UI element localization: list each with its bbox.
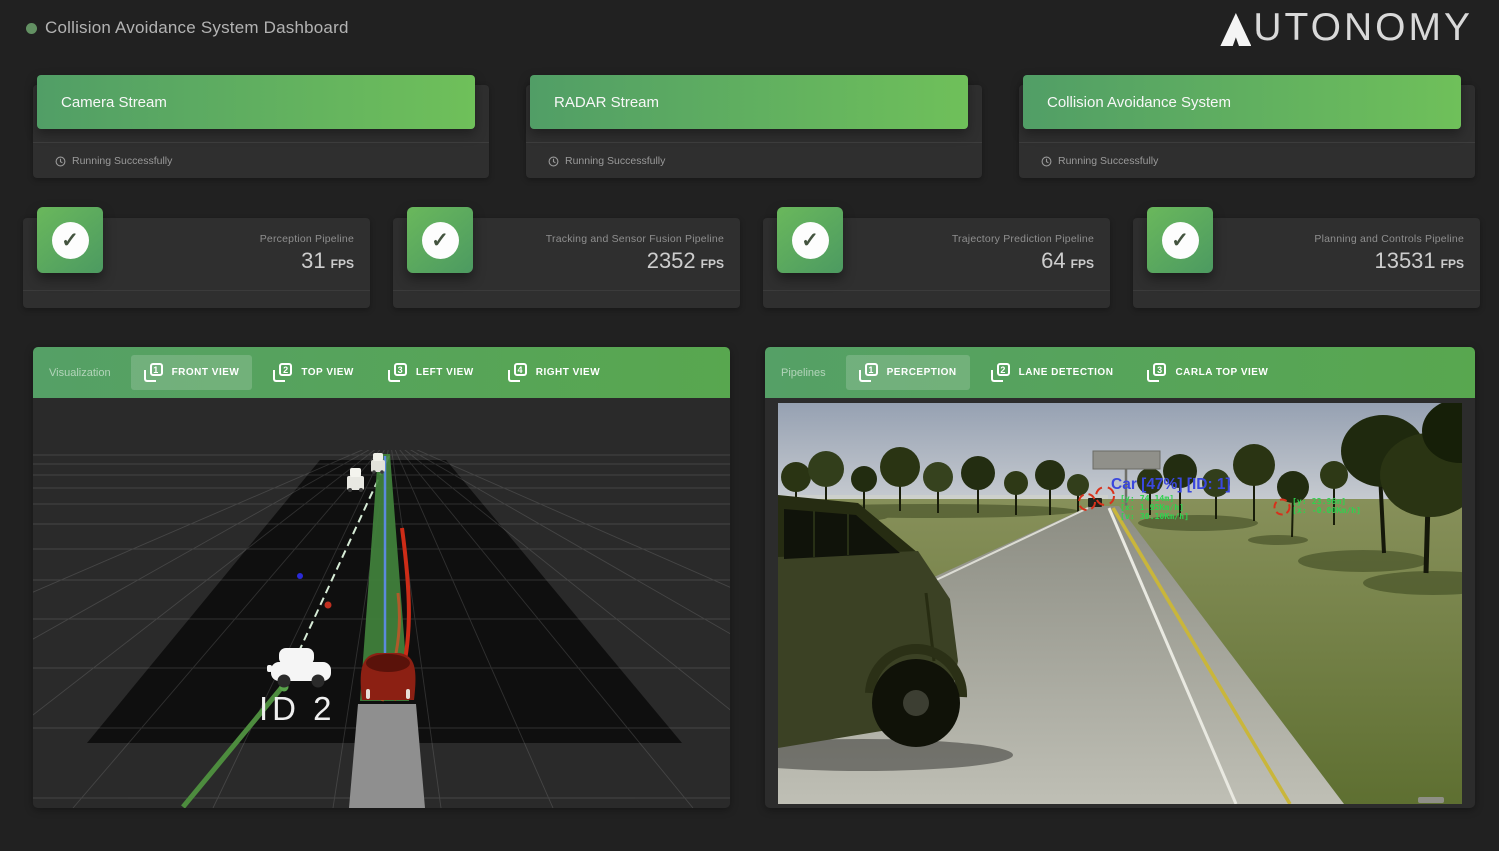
- logo: A UTONOMY: [1220, 10, 1473, 46]
- visualization-panel-header: Visualization 1 FRONT VIEW 2 TOP VIEW 3 …: [33, 347, 730, 398]
- pipeline-name: Perception Pipeline: [260, 233, 354, 245]
- filter-2-icon: 2: [991, 363, 1010, 382]
- clock-icon: [548, 156, 559, 167]
- right-view-button[interactable]: 4 RIGHT VIEW: [495, 355, 613, 390]
- divider: [33, 142, 489, 143]
- page-title: Collision Avoidance System Dashboard: [45, 18, 349, 38]
- divider: [526, 142, 982, 143]
- stream-status-text: Running Successfully: [565, 155, 665, 167]
- top-view-button[interactable]: 2 TOP VIEW: [260, 355, 367, 390]
- divider: [1019, 142, 1475, 143]
- filter-2-icon: 2: [273, 363, 292, 382]
- pipeline-fps: 31FPS: [260, 248, 354, 274]
- stream-status-text: Running Successfully: [1058, 155, 1158, 167]
- pipeline-fps: 2352FPS: [546, 248, 724, 274]
- visualization-panel: Visualization 1 FRONT VIEW 2 TOP VIEW 3 …: [33, 347, 730, 808]
- clock-icon: [55, 156, 66, 167]
- pipeline-fps: 64FPS: [952, 248, 1094, 274]
- stream-cards-row: Camera Stream Running Successfully RADAR…: [33, 85, 1475, 178]
- check-icon: ✓: [37, 207, 103, 273]
- dashboard: Collision Avoidance System Dashboard A U…: [0, 0, 1499, 851]
- svg-text:[x: -0.00Km/h]: [x: -0.00Km/h]: [1292, 505, 1361, 515]
- lead-vehicle: [361, 653, 416, 700]
- collision-avoidance-card: Collision Avoidance System Running Succe…: [1019, 85, 1475, 178]
- tracked-id-label: ID 2: [259, 690, 336, 727]
- 3d-front-view-canvas[interactable]: ID 2: [33, 398, 730, 808]
- top-bar: Collision Avoidance System Dashboard A U…: [0, 0, 1499, 62]
- carla-top-view-button[interactable]: 3 CARLA TOP VIEW: [1134, 355, 1281, 390]
- filter-1-icon: 1: [144, 363, 163, 382]
- camera-stream-card: Camera Stream Running Successfully: [33, 85, 489, 178]
- detection-label: Car [47%] [ID: 1]: [1111, 476, 1231, 493]
- front-view-button[interactable]: 1 FRONT VIEW: [131, 355, 253, 390]
- tracking-fusion-pipeline-card: ✓ Tracking and Sensor Fusion Pipeline 23…: [393, 218, 740, 308]
- divider: [393, 290, 740, 291]
- trajectory-prediction-pipeline-card: ✓ Trajectory Prediction Pipeline 64FPS: [763, 218, 1110, 308]
- stream-status: Running Successfully: [548, 155, 665, 167]
- panel-label: Pipelines: [781, 367, 826, 379]
- filter-3-icon: 3: [1147, 363, 1166, 382]
- perception-camera-feed: Car [47%] [ID: 1] [y: 74.14m] [x: 1.95Km…: [765, 398, 1475, 808]
- left-view-button[interactable]: 3 LEFT VIEW: [375, 355, 487, 390]
- status-dot-icon: [26, 23, 37, 34]
- pipeline-name: Trajectory Prediction Pipeline: [952, 233, 1094, 245]
- lane-detection-button[interactable]: 2 LANE DETECTION: [978, 355, 1127, 390]
- camera-stream-header: Camera Stream: [37, 75, 475, 129]
- panel-label: Visualization: [49, 367, 111, 379]
- divider: [1133, 290, 1480, 291]
- logo-text: UTONOMY: [1253, 10, 1473, 46]
- radar-stream-header: RADAR Stream: [530, 75, 968, 129]
- divider: [763, 290, 1110, 291]
- pipeline-name: Tracking and Sensor Fusion Pipeline: [546, 233, 724, 245]
- logo-a-icon: A: [1220, 13, 1251, 46]
- ego-hood: [349, 704, 425, 808]
- stream-status: Running Successfully: [1041, 155, 1158, 167]
- perception-button[interactable]: 1 PERCEPTION: [846, 355, 970, 390]
- check-icon: ✓: [407, 207, 473, 273]
- check-icon: ✓: [777, 207, 843, 273]
- pipelines-panel-header: Pipelines 1 PERCEPTION 2 LANE DETECTION …: [765, 347, 1475, 398]
- pipeline-cards-row: ✓ Perception Pipeline 31FPS ✓ Tracking a…: [23, 218, 1480, 308]
- distant-vehicle: [371, 453, 385, 474]
- filter-1-icon: 1: [859, 363, 878, 382]
- scroll-tab: [1418, 797, 1444, 803]
- pipeline-name: Planning and Controls Pipeline: [1314, 233, 1464, 245]
- check-icon: ✓: [1147, 207, 1213, 273]
- collision-avoidance-header: Collision Avoidance System: [1023, 75, 1461, 129]
- divider: [23, 290, 370, 291]
- svg-text:[v: 30.10Km/h]: [v: 30.10Km/h]: [1120, 511, 1189, 521]
- radar-stream-card: RADAR Stream Running Successfully: [526, 85, 982, 178]
- perception-pipeline-card: ✓ Perception Pipeline 31FPS: [23, 218, 370, 308]
- pipelines-panel: Pipelines 1 PERCEPTION 2 LANE DETECTION …: [765, 347, 1475, 808]
- detection-dot-blue: [297, 573, 303, 579]
- clock-icon: [1041, 156, 1052, 167]
- detection-dot-red: [325, 602, 332, 609]
- pipeline-fps: 13531FPS: [1314, 248, 1464, 274]
- stream-status: Running Successfully: [55, 155, 172, 167]
- filter-4-icon: 4: [508, 363, 527, 382]
- planning-controls-pipeline-card: ✓ Planning and Controls Pipeline 13531FP…: [1133, 218, 1480, 308]
- stream-status-text: Running Successfully: [72, 155, 172, 167]
- filter-3-icon: 3: [388, 363, 407, 382]
